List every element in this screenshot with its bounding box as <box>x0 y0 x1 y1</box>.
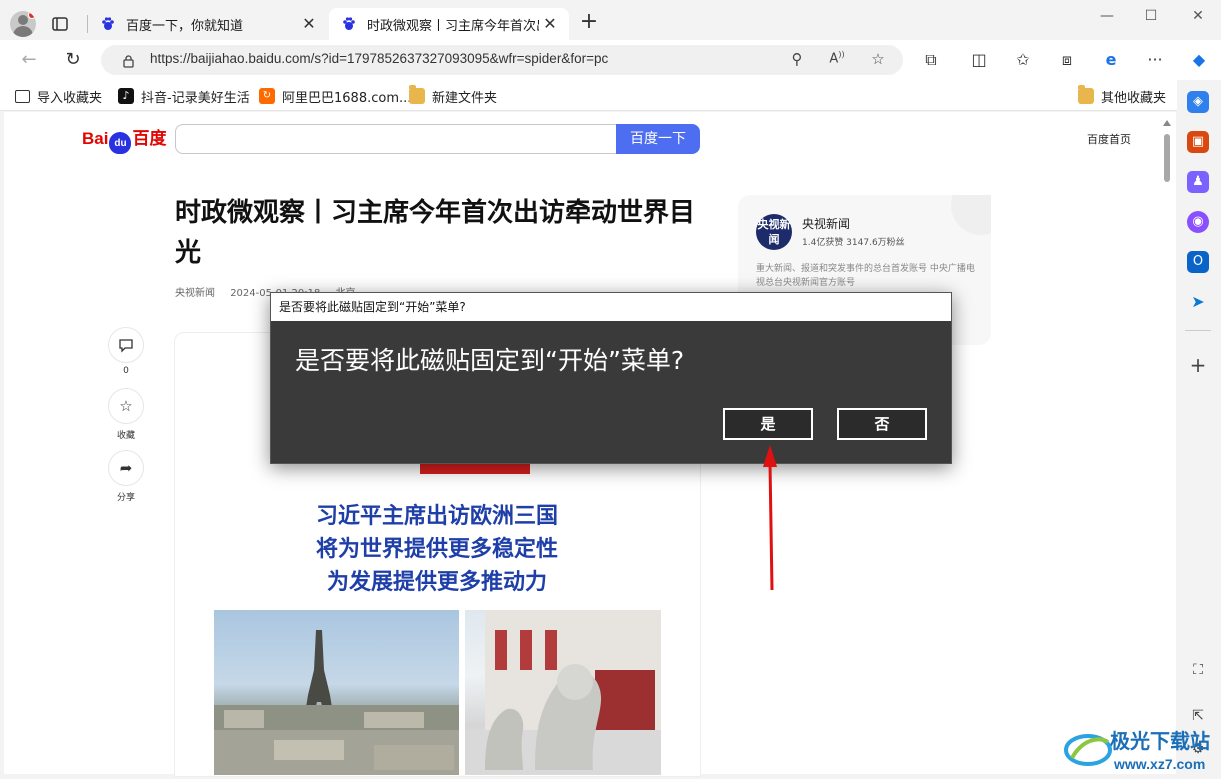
article-headline: 时政微观察丨习主席今年首次出访牵动世界目光 <box>175 198 696 268</box>
baidu-paw-icon <box>100 16 116 32</box>
close-tab-icon[interactable]: ✕ <box>539 13 561 35</box>
read-aloud-icon[interactable]: A)) <box>827 50 847 70</box>
copilot-icon[interactable]: ◆ <box>1186 48 1212 72</box>
dialog-message: 是否要将此磁贴固定到“开始”菜单? <box>295 346 685 375</box>
add-sidebar-icon[interactable]: + <box>1187 354 1209 376</box>
lock-icon <box>123 53 134 68</box>
lion-statue-photo <box>465 610 661 775</box>
comment-icon <box>119 339 133 353</box>
bookmark-import[interactable]: 导入收藏夹 <box>15 86 102 106</box>
article-image-text: 习近平主席出访欧洲三国 将为世界提供更多稳定性 为发展提供更多推动力 <box>214 500 660 599</box>
bookmark-new-folder[interactable]: 新建文件夹 <box>409 85 498 106</box>
favorite-star-icon[interactable]: ☆ <box>868 50 888 70</box>
copilot-m365-icon[interactable]: ◉ <box>1187 211 1209 233</box>
baidu-paw-icon <box>341 16 357 32</box>
send-icon[interactable]: ➤ <box>1187 291 1209 313</box>
screenshot-icon[interactable]: ⛶ <box>1187 659 1209 681</box>
refresh-icon[interactable]: ↻ <box>60 48 86 72</box>
author-avatar[interactable]: 央视新闻 <box>756 214 792 250</box>
import-icon <box>15 89 30 103</box>
baidu-logo[interactable]: Bai du 百度 <box>82 124 166 154</box>
bookmark-label: 抖音-记录美好生活 <box>141 90 250 106</box>
comment-button[interactable] <box>108 327 144 363</box>
more-menu-icon[interactable]: ··· <box>1142 48 1168 72</box>
comment-count: 0 <box>123 366 129 376</box>
share-label: 分享 <box>116 493 135 503</box>
tiktok-icon: ♪ <box>118 88 134 104</box>
sidebar-divider <box>1185 330 1211 331</box>
ie-mode-icon[interactable]: e <box>1098 48 1124 72</box>
search-button[interactable]: 百度一下 <box>616 124 700 154</box>
pin-tile-dialog: 是否要将此磁贴固定到“开始”菜单? 是否要将此磁贴固定到“开始”菜单? 是 否 <box>270 292 952 464</box>
tab-baidu[interactable]: 百度一下，你就知道 ✕ <box>88 8 328 40</box>
paris-photo <box>214 610 459 775</box>
alibaba-icon: ↻ <box>259 88 275 104</box>
bookmark-1688[interactable]: ↻ 阿里巴巴1688.com... <box>259 86 411 106</box>
favorites-icon[interactable]: ✩ <box>1010 48 1036 72</box>
author-desc: 重大新闻、报道和突发事件的总台首发账号 中央广播电视总台央视新闻官方账号 <box>756 264 975 288</box>
folder-icon <box>409 85 425 104</box>
article-source[interactable]: 央视新闻 <box>175 288 215 299</box>
minimize-icon[interactable]: — <box>1092 8 1122 28</box>
image-line: 将为世界提供更多稳定性 <box>315 537 558 562</box>
split-screen-icon[interactable]: ◫ <box>966 48 992 72</box>
folder-icon <box>1078 85 1094 104</box>
svg-text:www.xz7.com: www.xz7.com <box>1113 756 1205 772</box>
profile-avatar[interactable] <box>10 11 36 37</box>
bookmark-label: 阿里巴巴1688.com... <box>282 90 412 106</box>
tab-article[interactable]: 时政微观察丨习主席今年首次出访牵动世界目光 ✕ <box>329 8 569 40</box>
favorite-label: 收藏 <box>116 431 135 441</box>
image-line: 为发展提供更多推动力 <box>326 570 547 595</box>
outlook-icon[interactable]: O <box>1187 251 1209 273</box>
tab-title: 时政微观察丨习主席今年首次出访牵动世界目光 <box>367 18 539 34</box>
games-icon[interactable]: ♟ <box>1187 171 1209 193</box>
author-name[interactable]: 央视新闻 <box>802 215 850 232</box>
yes-button[interactable]: 是 <box>723 408 813 440</box>
baidu-home-link[interactable]: 百度首页 <box>1087 131 1131 147</box>
toolbox-icon[interactable]: ▣ <box>1187 131 1209 153</box>
collections-icon[interactable]: ⧈ <box>1054 48 1080 72</box>
address-bar[interactable]: https://baijiahao.baidu.com/s?id=1797852… <box>101 45 903 75</box>
page-scrollbar[interactable] <box>1160 116 1174 772</box>
url-text: https://baijiahao.baidu.com/s?id=1797852… <box>150 51 609 66</box>
dialog-title: 是否要将此磁贴固定到“开始”菜单? <box>271 293 951 321</box>
svg-text:极光下载站: 极光下载站 <box>1110 729 1210 753</box>
back-icon[interactable]: ← <box>16 48 42 72</box>
new-tab-button[interactable]: + <box>578 11 600 34</box>
bookmark-label: 导入收藏夹 <box>37 90 103 106</box>
close-window-icon[interactable]: ✕ <box>1183 8 1213 28</box>
author-stats: 1.4亿获赞 3147.6万粉丝 <box>802 238 905 248</box>
notification-dot <box>28 11 36 19</box>
shopping-tag-icon[interactable]: ◈ <box>1187 91 1209 113</box>
annotation-arrow-icon <box>763 445 777 591</box>
tab-title: 百度一下，你就知道 <box>126 18 244 34</box>
bookmark-label: 其他收藏夹 <box>1101 90 1167 106</box>
extensions-icon[interactable]: ⧉ <box>918 48 944 72</box>
image-line: 习近平主席出访欧洲三国 <box>315 504 558 529</box>
star-icon: ☆ <box>119 397 133 415</box>
no-button[interactable]: 否 <box>837 408 927 440</box>
bookmark-other-folder[interactable]: 其他收藏夹 <box>1078 85 1167 106</box>
share-icon: ➦ <box>119 459 133 477</box>
card-decoration <box>951 195 991 235</box>
zoom-icon[interactable]: ⚲ <box>787 50 807 70</box>
favorite-button[interactable]: ☆ <box>108 388 144 424</box>
tab-actions-icon[interactable] <box>50 14 70 34</box>
maximize-icon[interactable]: ☐ <box>1136 8 1166 28</box>
search-input[interactable] <box>175 124 617 154</box>
watermark-logo: 极光下载站 www.xz7.com <box>1062 722 1221 778</box>
close-tab-icon[interactable]: ✕ <box>298 13 320 35</box>
bookmark-label: 新建文件夹 <box>432 90 498 106</box>
bookmark-douyin[interactable]: ♪ 抖音-记录美好生活 <box>118 86 250 106</box>
share-button[interactable]: ➦ <box>108 450 144 486</box>
